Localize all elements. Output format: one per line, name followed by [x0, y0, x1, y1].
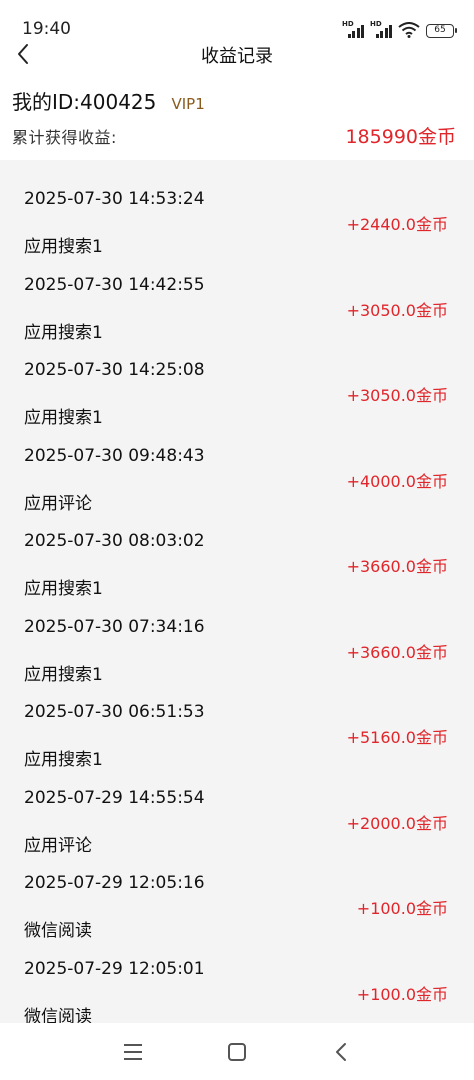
total-earnings: 累计获得收益: 185990金币	[12, 122, 456, 150]
list-item: 2025-07-30 14:53:24 应用搜索1 +2440.0金币	[0, 160, 474, 257]
record-amount: +3660.0金币	[346, 642, 448, 662]
signal-icon: HD	[342, 20, 364, 38]
record-time: 2025-07-30 07:34:16	[24, 616, 205, 637]
nav-back-icon	[336, 1043, 346, 1061]
record-amount: +5160.0金币	[346, 728, 448, 747]
record-amount: +2440.0金币	[346, 215, 448, 234]
vip-badge: VIP1	[171, 95, 205, 113]
list-item: 2025-07-29 12:05:16 微信阅读 +100.0金币	[0, 844, 474, 941]
record-time: 2025-07-30 06:51:53	[24, 702, 205, 722]
system-nav-bar	[0, 1023, 474, 1080]
menu-icon	[124, 1044, 142, 1060]
earnings-list[interactable]: 2025-07-30 14:53:24 应用搜索1 +2440.0金币 2025…	[0, 160, 474, 1023]
total-earnings-label: 累计获得收益:	[12, 128, 117, 147]
record-time: 2025-07-30 14:53:24	[24, 189, 205, 209]
record-time: 2025-07-29 12:05:16	[24, 873, 205, 893]
record-time: 2025-07-29 12:05:01	[24, 958, 205, 979]
record-amount: +2000.0金币	[346, 813, 448, 833]
record-time: 2025-07-30 14:42:55	[24, 274, 205, 295]
list-item: 2025-07-30 14:25:08 应用搜索1 +3050.0金币	[0, 331, 474, 428]
list-item: 2025-07-30 06:51:53 应用搜索1 +5160.0金币	[0, 673, 474, 770]
nav-bar: 收益记录	[0, 38, 474, 70]
record-time: 2025-07-30 14:25:08	[24, 360, 205, 380]
list-item: 2025-07-30 07:34:16 应用搜索1 +3660.0金币	[0, 588, 474, 685]
signal-icon-2: HD	[370, 20, 392, 38]
status-icons: HD HD 65	[342, 20, 457, 38]
record-time: 2025-07-30 09:48:43	[24, 445, 205, 466]
home-button[interactable]	[225, 1041, 249, 1063]
nav-back-button[interactable]	[330, 1041, 354, 1063]
square-home-icon	[228, 1043, 246, 1061]
status-bar: 19:40 HD HD 65	[0, 0, 474, 42]
page-title: 收益记录	[201, 46, 273, 67]
record-amount: +100.0金币	[356, 984, 448, 1004]
record-amount: +3050.0金币	[346, 300, 448, 320]
list-item: 2025-07-30 08:03:02 应用搜索1 +3660.0金币	[0, 502, 474, 599]
user-info: 我的ID:400425 VIP1	[12, 86, 462, 114]
record-time: 2025-07-29 14:55:54	[24, 787, 205, 808]
list-item: 2025-07-30 09:48:43 应用评论 +4000.0金币	[0, 417, 474, 514]
total-earnings-value: 185990金币	[345, 126, 456, 148]
list-item: 2025-07-30 14:42:55 应用搜索1 +3050.0金币	[0, 246, 474, 343]
record-type: 微信阅读	[24, 1006, 92, 1024]
record-amount: +4000.0金币	[346, 471, 448, 491]
menu-button[interactable]	[121, 1041, 145, 1063]
record-time: 2025-07-30 08:03:02	[24, 531, 205, 551]
record-amount: +3050.0金币	[346, 386, 448, 405]
status-time: 19:40	[22, 19, 71, 39]
record-amount: +100.0金币	[356, 899, 448, 918]
list-item: 2025-07-29 14:55:54 应用评论 +2000.0金币	[0, 759, 474, 856]
list-item: 2025-07-29 12:05:01 微信阅读 +100.0金币	[0, 930, 474, 1024]
record-amount: +3660.0金币	[346, 557, 448, 576]
wifi-icon	[398, 22, 420, 38]
user-id: 我的ID:400425	[12, 90, 157, 114]
battery-icon: 65	[426, 24, 457, 38]
